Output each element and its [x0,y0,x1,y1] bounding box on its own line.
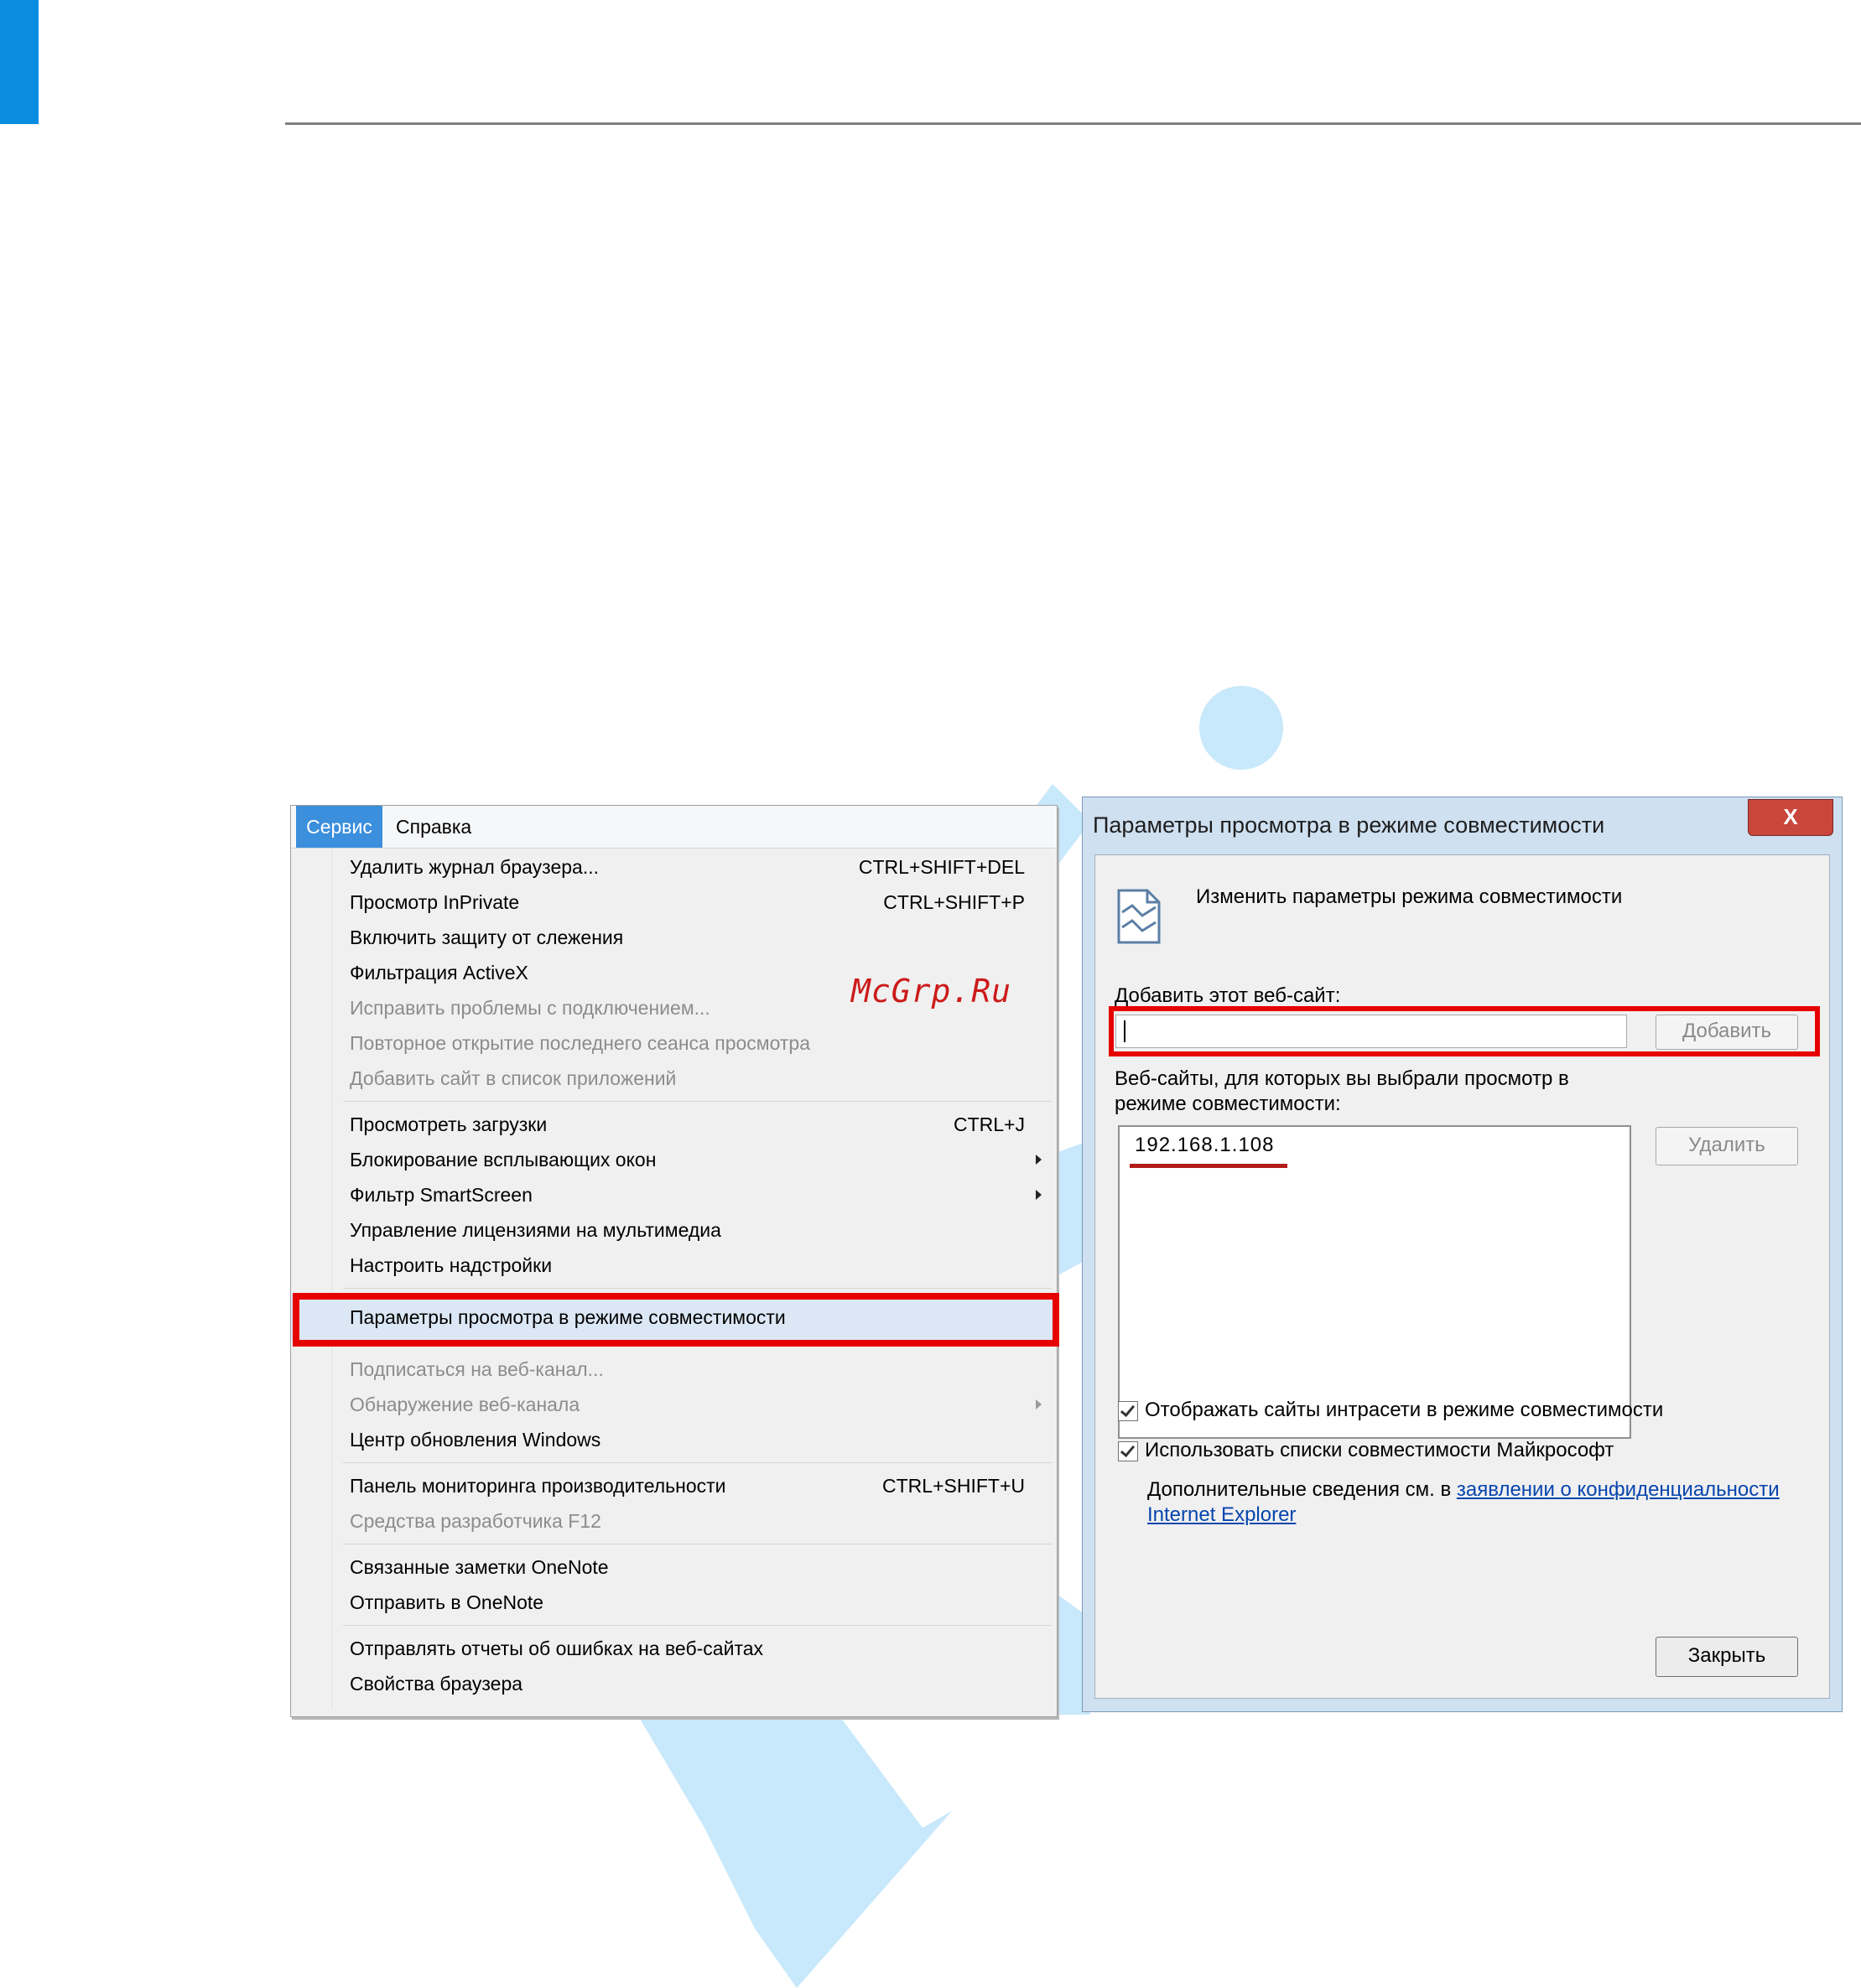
sites-list-label: Веб-сайты, для которых вы выбрали просмо… [1115,1067,1569,1115]
menu-item-label: Панель мониторинга производительности [350,1475,726,1497]
compat-settings-icon [1117,889,1161,944]
menu-item-label: Настроить надстройки [350,1254,553,1276]
menu-item-label: Повторное открытие последнего сеанса про… [350,1032,810,1054]
menu-item-label: Удалить журнал браузера... [350,856,600,878]
intranet-compat-checkbox[interactable]: Отображать сайты интрасети в режиме совм… [1118,1399,1663,1422]
close-button[interactable]: Закрыть [1656,1637,1798,1677]
menu-item[interactable]: Отправить в OneNote [291,1585,1057,1620]
dialog-title: Параметры просмотра в режиме совместимос… [1093,812,1605,838]
menu-item[interactable]: Отправлять отчеты об ошибках на веб-сайт… [291,1631,1057,1666]
accent-bar [0,0,39,124]
checkbox-checked-icon[interactable] [1118,1440,1138,1461]
menu-item-label: Отправлять отчеты об ошибках на веб-сайт… [350,1638,764,1659]
dialog-body: Изменить параметры режима совместимости … [1094,854,1830,1699]
menu-item-label: Исправить проблемы с подключением... [350,997,710,1019]
header-rule [285,122,1861,125]
ms-lists-checkbox[interactable]: Использовать списки совместимости Майкро… [1118,1439,1614,1462]
submenu-arrow-icon [1036,1190,1042,1200]
menu-item[interactable]: Связанные заметки OneNote [291,1549,1057,1585]
menu-item[interactable]: Блокирование всплывающих окон [291,1142,1057,1177]
menu-separator [291,1539,1057,1549]
menu-item-shortcut: CTRL+SHIFT+DEL [858,856,1025,878]
close-icon[interactable]: X [1748,799,1833,836]
menu-item[interactable]: Просмотр InPrivate CTRL+SHIFT+P [291,885,1057,920]
menubar: Сервис Справка [291,806,1057,849]
menu-item[interactable]: Подписаться на веб-канал... [291,1352,1057,1387]
menu-item[interactable]: Средства разработчика F12 [291,1503,1057,1539]
checkbox-checked-icon[interactable] [1118,1400,1138,1421]
menu-item-label: Центр обновления Windows [350,1429,601,1451]
menu-item-label: Просмотреть загрузки [350,1113,548,1135]
menu-item-label: Добавить сайт в список приложений [350,1067,677,1089]
menu-item-label: Фильтр SmartScreen [350,1184,533,1206]
menu-item[interactable]: Свойства браузера [291,1666,1057,1701]
menu-item-label: Средства разработчика F12 [350,1510,601,1532]
menu-item-label: Связанные заметки OneNote [350,1556,609,1578]
submenu-arrow-icon [1036,1155,1042,1165]
menu-separator [291,1620,1057,1631]
menu-item[interactable]: Обнаружение веб-канала [291,1387,1057,1422]
menu-item-label: Включить защиту от слежения [350,927,624,948]
menubar-service[interactable]: Сервис [296,806,382,848]
remove-site-button[interactable]: Удалить [1656,1127,1798,1165]
menu-separator [291,1457,1057,1468]
privacy-info-text: Дополнительные сведения см. в заявлении … [1147,1477,1818,1528]
privacy-prefix: Дополнительные сведения см. в [1147,1478,1457,1501]
compat-view-dialog: Параметры просмотра в режиме совместимос… [1082,797,1843,1712]
dialog-header-text: Изменить параметры режима совместимости [1196,885,1623,908]
menu-item[interactable]: Удалить журнал браузера... CTRL+SHIFT+DEL [291,849,1057,885]
list-item[interactable]: 192.168.1.108 [1135,1134,1274,1157]
menu-item[interactable]: Управление лицензиями на мультимедиа [291,1212,1057,1248]
watermark-text: McGrp.Ru [851,973,1012,1010]
menu-item-label: Блокирование всплывающих окон [350,1149,657,1170]
submenu-arrow-icon [1036,1399,1042,1409]
menu-item-label: Просмотр InPrivate [350,891,520,913]
menu-item[interactable]: Добавить сайт в список приложений [291,1061,1057,1096]
compat-sites-list[interactable]: 192.168.1.108 [1118,1125,1631,1439]
menu-separator [291,1096,1057,1107]
menu-item-label: Отправить в OneNote [350,1591,544,1613]
intranet-compat-label: Отображать сайты интрасети в режиме совм… [1145,1399,1664,1421]
menu-item-label: Фильтрация ActiveX [350,962,528,984]
menu-item[interactable]: Панель мониторинга производительности CTR… [291,1468,1057,1503]
menubar-help[interactable]: Справка [396,806,471,848]
ms-lists-label: Использовать списки совместимости Майкро… [1145,1439,1614,1461]
menu-item[interactable]: Фильтр SmartScreen [291,1177,1057,1212]
add-site-label: Добавить этот веб-сайт: [1115,984,1341,1007]
menu-item-shortcut: CTRL+J [954,1113,1025,1135]
menu-item[interactable]: Повторное открытие последнего сеанса про… [291,1025,1057,1061]
menu-item[interactable]: Настроить надстройки [291,1248,1057,1283]
menu-item-shortcut: CTRL+SHIFT+U [882,1475,1025,1497]
menu-item-label: Обнаружение веб-канала [350,1394,580,1415]
menu-item[interactable]: Просмотреть загрузки CTRL+J [291,1107,1057,1142]
menu-item[interactable]: Центр обновления Windows [291,1422,1057,1457]
privacy-statement-link-ie[interactable]: Internet Explorer [1147,1503,1296,1526]
menu-item-label: Подписаться на веб-канал... [350,1358,604,1380]
add-site-highlight-frame [1109,1006,1820,1056]
service-menu-screenshot: Сервис Справка Удалить журнал браузера..… [290,805,1059,1717]
menu-item-label: Управление лицензиями на мультимедиа [350,1219,721,1241]
privacy-statement-link[interactable]: заявлении о конфиденциальности [1457,1478,1780,1501]
compat-menu-highlight-frame [293,1293,1059,1347]
menu-item[interactable]: Включить защиту от слежения [291,920,1057,955]
menu-item-label: Свойства браузера [350,1673,523,1695]
menu-item-shortcut: CTRL+SHIFT+P [883,891,1025,913]
site-underline-mark [1130,1164,1287,1168]
